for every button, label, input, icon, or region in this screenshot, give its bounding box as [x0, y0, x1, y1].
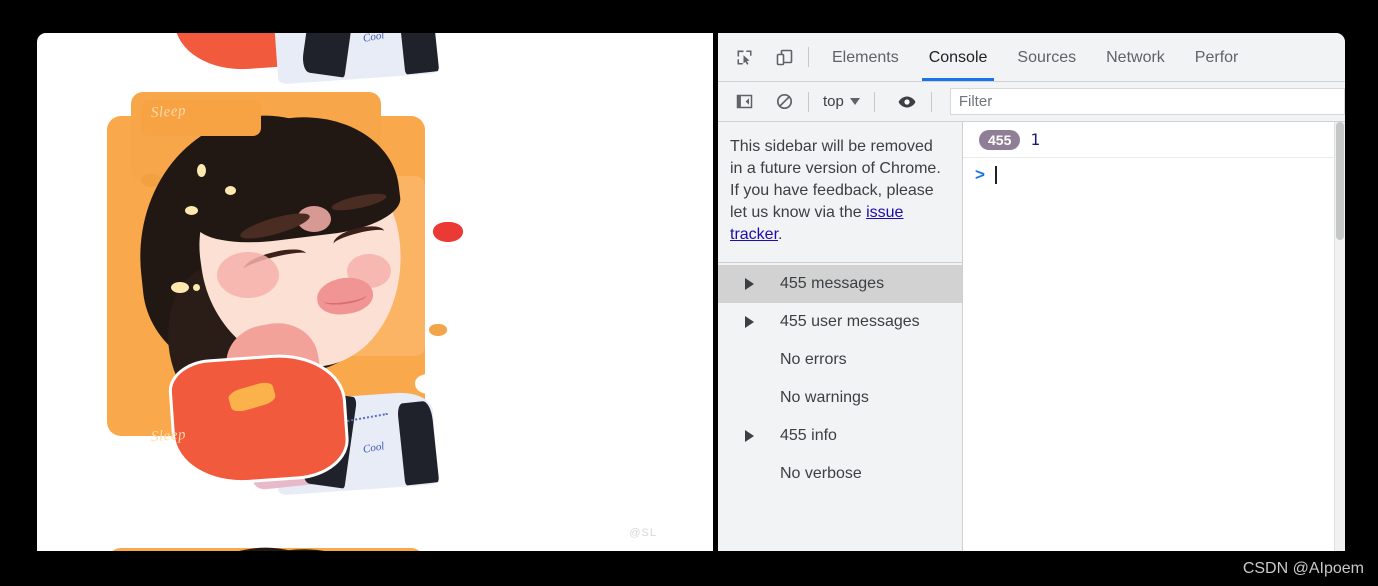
- sidebar-item-label: No errors: [780, 351, 847, 368]
- device-toolbar-icon[interactable]: [768, 42, 800, 72]
- deprecation-text-2: .: [778, 226, 783, 243]
- tab-sources[interactable]: Sources: [1002, 34, 1091, 81]
- artwork-sleep-word-bottom: Sleep: [150, 426, 187, 446]
- console-scrollbar[interactable]: [1334, 122, 1345, 551]
- chevron-right-icon: [744, 316, 754, 328]
- prompt-chevron-icon: >: [975, 165, 985, 184]
- lip-print-decoration: [433, 222, 463, 242]
- tab-network[interactable]: Network: [1091, 34, 1180, 81]
- sidebar-item-all-messages[interactable]: 455 messages: [718, 265, 962, 303]
- devtools-window: Elements Console Sources Network Perfor: [718, 33, 1345, 551]
- deprecation-text-1: This sidebar will be removed in a future…: [730, 138, 941, 221]
- sidebar-item-label: 455 user messages: [780, 313, 920, 330]
- console-prompt[interactable]: >: [963, 158, 1345, 192]
- console-sidebar-toggle-icon[interactable]: [728, 87, 760, 117]
- artwork-watermark: @SL: [629, 527, 657, 539]
- execution-context-selector[interactable]: top: [817, 93, 866, 110]
- sidebar-item-verbose[interactable]: No verbose: [718, 455, 962, 493]
- toolbar-divider: [930, 91, 932, 112]
- expand-arrow-cell[interactable]: [718, 316, 780, 328]
- hair-sparkle: [171, 282, 189, 293]
- sidebar-item-label: No warnings: [780, 389, 869, 406]
- screenshot-root: Sleep Cool: [0, 0, 1378, 586]
- sidebar-item-label: No verbose: [780, 465, 862, 482]
- gallery-item-main[interactable]: Cool Sleep Sleep: [79, 56, 479, 496]
- inspect-element-icon[interactable]: [728, 42, 760, 72]
- sidebar-item-errors[interactable]: No errors: [718, 341, 962, 379]
- gallery-item-next[interactable]: [79, 488, 479, 551]
- console-output[interactable]: 455 1 >: [963, 122, 1345, 551]
- sidebar-item-label: 455 info: [780, 427, 837, 444]
- tab-performance[interactable]: Perfor: [1180, 34, 1254, 81]
- repeat-count-badge: 455: [979, 129, 1021, 150]
- watermark-credit: CSDN @AIpoem: [1242, 560, 1364, 577]
- artwork-sleep-word: Sleep: [150, 102, 187, 122]
- character-blush: [217, 252, 279, 298]
- toolbar-divider: [808, 47, 809, 67]
- lip-print-decoration: [141, 448, 161, 461]
- image-gallery: Sleep Cool: [37, 33, 713, 551]
- chevron-right-icon: [744, 278, 754, 290]
- console-log-value: 1: [1030, 130, 1040, 149]
- lip-print-decoration: [415, 374, 443, 394]
- console-toolbar: top Filter: [718, 82, 1345, 122]
- clear-console-icon[interactable]: [768, 87, 800, 117]
- execution-context-label: top: [823, 93, 844, 110]
- hair-sparkle: [185, 206, 198, 215]
- toolbar-divider: [873, 91, 875, 112]
- tab-elements[interactable]: Elements: [817, 34, 914, 81]
- sidebar-item-info[interactable]: 455 info: [718, 417, 962, 455]
- console-log-entry[interactable]: 455 1: [963, 122, 1345, 158]
- console-body: This sidebar will be removed in a future…: [718, 122, 1345, 551]
- sidebar-deprecation-notice: This sidebar will be removed in a future…: [718, 122, 962, 263]
- devtools-tabbar: Elements Console Sources Network Perfor: [718, 33, 1345, 82]
- sidebar-item-label: 455 messages: [780, 275, 885, 292]
- console-sidebar: This sidebar will be removed in a future…: [718, 122, 963, 551]
- browser-content-panel: Sleep Cool: [37, 33, 713, 551]
- text-cursor: [994, 166, 997, 184]
- expand-arrow-cell[interactable]: [718, 430, 780, 442]
- tab-console[interactable]: Console: [914, 34, 1003, 81]
- console-scrollbar-thumb[interactable]: [1336, 122, 1344, 240]
- sidebar-item-user-messages[interactable]: 455 user messages: [718, 303, 962, 341]
- console-filter-input[interactable]: Filter: [949, 88, 1345, 115]
- console-message-filters: 455 messages 455 user messages No errors…: [718, 263, 962, 493]
- lip-print-decoration: [429, 324, 447, 336]
- hair-sparkle: [193, 284, 200, 291]
- sidebar-item-warnings[interactable]: No warnings: [718, 379, 962, 417]
- chevron-right-icon: [744, 430, 754, 442]
- toolbar-divider: [808, 91, 809, 112]
- hair-sparkle: [225, 186, 236, 195]
- hair-sparkle: [197, 164, 206, 177]
- character-scarf: [166, 350, 352, 488]
- expand-arrow-cell[interactable]: [718, 278, 780, 290]
- live-expression-eye-icon[interactable]: [891, 87, 923, 117]
- chevron-down-icon: [849, 98, 860, 105]
